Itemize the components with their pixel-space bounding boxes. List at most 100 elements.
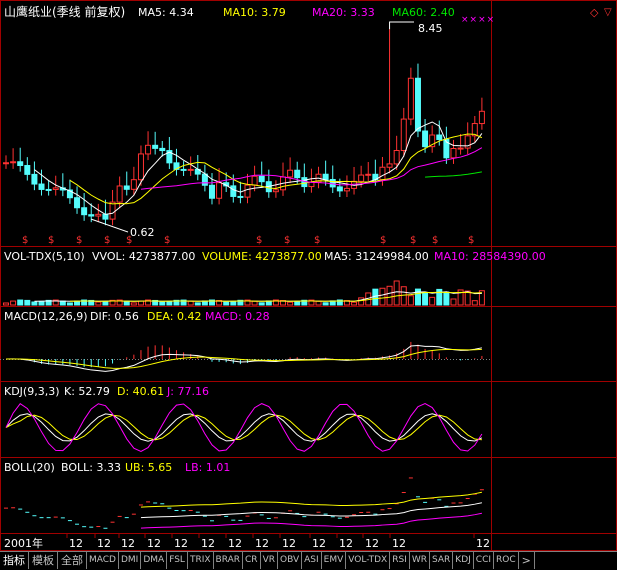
tab-vol-tdx[interactable]: VOL-TDX — [346, 552, 391, 569]
tab-wr[interactable]: WR — [410, 552, 430, 569]
candle-body — [272, 189, 279, 193]
volume-bar — [223, 301, 230, 306]
volume-bar — [386, 285, 393, 306]
tab-kdj[interactable]: KDJ — [453, 552, 474, 569]
tab-scroll-right-button[interactable]: > — [519, 552, 535, 569]
candle-body — [180, 168, 187, 171]
tab-cci[interactable]: CCI — [474, 552, 495, 569]
candle-body — [407, 77, 414, 120]
boll-ub-label: UB: 5.65 — [125, 461, 173, 474]
tab-指标[interactable]: 指标 — [0, 552, 29, 569]
volume-bar — [294, 301, 301, 306]
candle-body — [379, 166, 386, 181]
candle-body — [237, 195, 244, 198]
kdj-k-label: K: 52.79 — [64, 385, 110, 398]
tab-dmi[interactable]: DMI — [119, 552, 142, 569]
x-axis-tick: 12 — [476, 537, 490, 550]
x-axis-tick: 12 — [69, 537, 83, 550]
volume-bar — [251, 300, 258, 306]
volume-bar — [187, 300, 194, 306]
macd-dif-label: DIF: 0.56 — [90, 310, 139, 323]
candle-body — [322, 173, 329, 180]
vol-ma5-label: MA5: 31249984.00 — [324, 250, 429, 263]
candle-body — [365, 173, 372, 176]
candle-body — [251, 175, 258, 186]
kdj-d-label: D: 40.61 — [117, 385, 165, 398]
candle-body — [414, 77, 421, 132]
x-axis-tick: 12 — [97, 537, 111, 550]
kdj-indicator-name: KDJ(9,3,3) — [4, 385, 60, 398]
candle-body — [3, 162, 9, 165]
x-axis-tick: 12 — [121, 537, 135, 550]
low-price-label: 0.62 — [130, 226, 155, 239]
dividend-marker: $ — [22, 235, 28, 246]
candle-body — [52, 187, 59, 190]
vol-indicator-name: VOL-TDX(5,10) — [4, 250, 85, 263]
tab-fsl[interactable]: FSL — [167, 552, 188, 569]
tab-dma[interactable]: DMA — [141, 552, 168, 569]
tab-obv[interactable]: OBV — [278, 552, 303, 569]
dividend-marker: $ — [256, 235, 262, 246]
candle-body — [478, 110, 485, 125]
candle-body — [436, 134, 443, 140]
x-axis-tick: 12 — [147, 537, 161, 550]
high-price-label: 8.45 — [418, 22, 443, 35]
volume-bar — [123, 300, 130, 306]
volume-bar — [429, 296, 436, 306]
volume-bar — [95, 301, 102, 306]
tab-cr[interactable]: CR — [243, 552, 261, 569]
ma20-label: MA20: 3.33 — [312, 6, 375, 19]
macd-indicator-name: MACD(12,26,9) — [4, 310, 88, 323]
volume-bar — [66, 302, 73, 306]
x-axis-tick: 12 — [392, 537, 406, 550]
volume-bar — [358, 297, 365, 306]
tab-模板[interactable]: 模板 — [29, 552, 58, 569]
volume-bar — [393, 280, 400, 306]
macd-dea-label: DEA: 0.42 — [147, 310, 202, 323]
volume-bar — [258, 302, 265, 306]
candle-body — [145, 144, 152, 155]
tab-rsi[interactable]: RSI — [390, 552, 410, 569]
volume-bar — [194, 302, 201, 306]
high-marker-line — [389, 21, 414, 30]
tab-vr[interactable]: VR — [261, 552, 278, 569]
candle-body — [38, 183, 45, 190]
kdj-d-line — [5, 414, 482, 441]
tab-trix[interactable]: TRIX — [188, 552, 214, 569]
dividend-marker: $ — [164, 235, 170, 246]
candle-body — [329, 178, 336, 188]
chart-canvas[interactable]: $ $ $ $ $ $ $ $ $ $ $ $ $ — [0, 0, 617, 569]
candle-body — [400, 118, 407, 151]
volume-bar — [450, 298, 457, 306]
x-axis-tick: 12 — [228, 537, 242, 550]
tab-sar[interactable]: SAR — [430, 552, 454, 569]
tab-brar[interactable]: BRAR — [214, 552, 244, 569]
dividend-marker: $ — [468, 235, 474, 246]
down-triangle-icon[interactable]: ▽ — [604, 6, 612, 19]
dividend-marker: $ — [104, 235, 110, 246]
candle-body — [450, 147, 457, 159]
vol-ma5-line — [34, 291, 482, 302]
tab-emv[interactable]: EMV — [322, 552, 347, 569]
x-axis-tick: 12 — [365, 537, 379, 550]
tab-macd[interactable]: MACD — [87, 552, 119, 569]
volume-bar — [230, 301, 237, 306]
volume-bar — [471, 300, 478, 306]
diamond-icon[interactable]: ◇ — [590, 6, 598, 19]
event-markers: ×××× — [461, 15, 496, 25]
candle-body — [130, 179, 137, 190]
x-axis-tick: 12 — [255, 537, 269, 550]
candle-body — [187, 168, 194, 171]
volume-bar — [443, 291, 450, 306]
volume-bar — [464, 290, 471, 306]
boll-indicator-name: BOLL(20) — [4, 461, 55, 474]
dividend-marker: $ — [48, 235, 54, 246]
tab-全部[interactable]: 全部 — [58, 552, 87, 569]
dividend-marker: $ — [76, 235, 82, 246]
dividend-marker: $ — [284, 235, 290, 246]
tab-roc[interactable]: ROC — [494, 552, 519, 569]
boll-upper-line — [140, 491, 482, 508]
candle-body — [201, 173, 208, 186]
x-axis-tick: 12 — [282, 537, 296, 550]
tab-asi[interactable]: ASI — [302, 552, 322, 569]
